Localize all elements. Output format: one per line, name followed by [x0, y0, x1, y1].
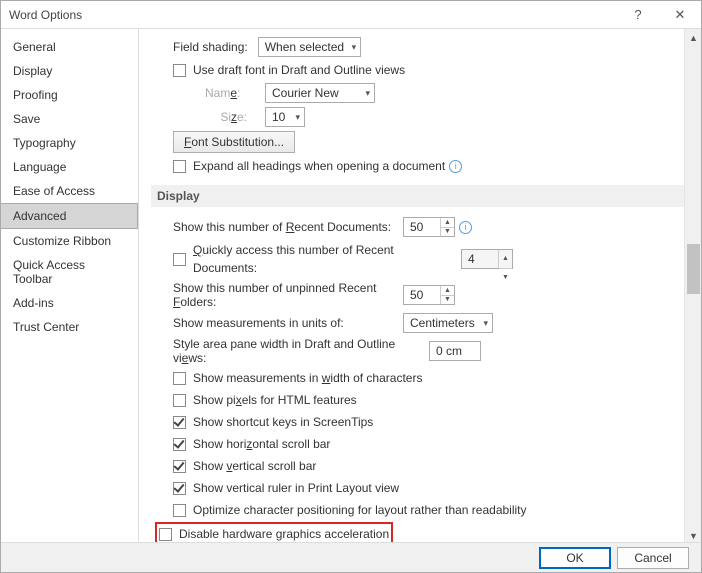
display-check-label-0: Show measurements in width of characters	[193, 369, 422, 387]
display-check-4[interactable]	[173, 460, 186, 473]
recent-docs-label: Show this number of Recent Documents:	[173, 220, 403, 234]
footer: OK Cancel	[1, 542, 701, 572]
window-title: Word Options	[9, 8, 82, 22]
display-check-label-4: Show vertical scroll bar	[193, 457, 316, 475]
units-select[interactable]: Centimeters	[403, 313, 493, 333]
display-check-3[interactable]	[173, 438, 186, 451]
highlighted-option: Disable hardware graphics acceleration	[155, 522, 393, 544]
cancel-button[interactable]: Cancel	[617, 547, 689, 569]
sidebar-item-advanced[interactable]: Advanced	[0, 203, 138, 229]
sidebar-item-proofing[interactable]: Proofing	[1, 83, 138, 107]
unpinned-folders-spinner[interactable]: 50 ▲▼	[403, 285, 455, 305]
recent-docs-spinner[interactable]: 50 ▲▼	[403, 217, 455, 237]
expand-headings-label: Expand all headings when opening a docum…	[193, 157, 445, 175]
close-button[interactable]: ✕	[659, 1, 701, 29]
field-shading-label: Field shading:	[173, 40, 248, 54]
ok-button[interactable]: OK	[539, 547, 611, 569]
sidebar-item-quick-access-toolbar[interactable]: Quick Access Toolbar	[1, 253, 138, 291]
units-label: Show measurements in units of:	[173, 316, 403, 330]
use-draft-font-label: Use draft font in Draft and Outline view…	[193, 61, 405, 79]
display-check-label-7: Disable hardware graphics acceleration	[179, 525, 389, 543]
unpinned-folders-label: Show this number of unpinned Recent Fold…	[173, 281, 403, 309]
display-check-label-2: Show shortcut keys in ScreenTips	[193, 413, 373, 431]
sidebar-item-typography[interactable]: Typography	[1, 131, 138, 155]
font-substitution-button[interactable]: Font Substitution...	[173, 131, 295, 153]
sidebar-item-ease-of-access[interactable]: Ease of Access	[1, 179, 138, 203]
use-draft-font-checkbox[interactable]	[173, 64, 186, 77]
info-icon[interactable]: i	[459, 221, 472, 234]
field-shading-select[interactable]: When selected	[258, 37, 361, 57]
display-section-header: Display	[151, 185, 689, 207]
display-check-label-6: Optimize character positioning for layou…	[193, 501, 527, 519]
sidebar-item-trust-center[interactable]: Trust Center	[1, 315, 138, 339]
display-check-label-1: Show pixels for HTML features	[193, 391, 357, 409]
display-check-6[interactable]	[173, 504, 186, 517]
sidebar: GeneralDisplayProofingSaveTypographyLang…	[1, 29, 139, 544]
info-icon[interactable]: i	[449, 160, 462, 173]
sidebar-item-language[interactable]: Language	[1, 155, 138, 179]
main-panel: Field shading: When selected Use draft f…	[139, 29, 701, 544]
quick-access-checkbox[interactable]	[173, 253, 186, 266]
display-check-7[interactable]	[159, 528, 172, 541]
quick-access-label: Quickly access this number of Recent Doc…	[193, 241, 461, 277]
display-check-2[interactable]	[173, 416, 186, 429]
style-area-input[interactable]: 0 cm	[429, 341, 481, 361]
spinner-buttons[interactable]: ▲▼	[440, 286, 454, 304]
sidebar-item-general[interactable]: General	[1, 35, 138, 59]
font-size-select: 10	[265, 107, 305, 127]
help-button[interactable]: ?	[617, 1, 659, 29]
titlebar: Word Options ? ✕	[1, 1, 701, 29]
sidebar-item-display[interactable]: Display	[1, 59, 138, 83]
scrollbar[interactable]: ▲ ▼	[684, 29, 701, 544]
scroll-up-button[interactable]: ▲	[685, 29, 701, 46]
font-name-select: Courier New	[265, 83, 375, 103]
expand-headings-checkbox[interactable]	[173, 160, 186, 173]
display-check-label-5: Show vertical ruler in Print Layout view	[193, 479, 399, 497]
display-check-1[interactable]	[173, 394, 186, 407]
font-size-label: Size:	[205, 110, 255, 124]
display-check-5[interactable]	[173, 482, 186, 495]
sidebar-item-save[interactable]: Save	[1, 107, 138, 131]
display-check-label-3: Show horizontal scroll bar	[193, 435, 330, 453]
scroll-thumb[interactable]	[687, 244, 700, 294]
quick-access-spinner: 4 ▲▼	[461, 249, 513, 269]
font-name-label: Name:	[205, 86, 255, 100]
spinner-buttons[interactable]: ▲▼	[440, 218, 454, 236]
style-area-label: Style area pane width in Draft and Outli…	[173, 337, 429, 365]
sidebar-item-customize-ribbon[interactable]: Customize Ribbon	[1, 229, 138, 253]
sidebar-item-add-ins[interactable]: Add-ins	[1, 291, 138, 315]
display-check-0[interactable]	[173, 372, 186, 385]
